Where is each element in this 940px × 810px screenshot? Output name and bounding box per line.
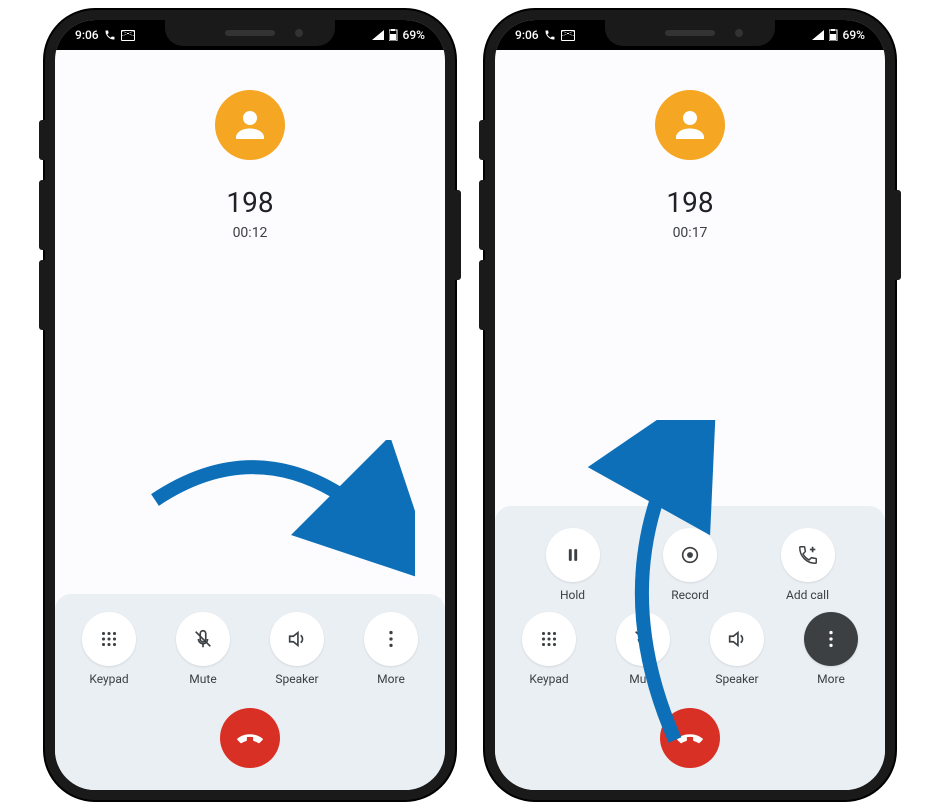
- add-call-button[interactable]: Add call: [768, 528, 848, 602]
- mute-label: Mute: [189, 672, 216, 686]
- speaker-button[interactable]: Speaker: [257, 612, 337, 686]
- more-icon: [820, 628, 842, 650]
- battery-text: 69%: [843, 28, 865, 42]
- speaker-label: Speaker: [275, 672, 318, 686]
- phone-mockup-left: 9:06 69% 198 00:12 Keypad: [45, 10, 455, 800]
- mute-button[interactable]: Mute: [163, 612, 243, 686]
- more-label: More: [817, 672, 845, 686]
- speaker-button[interactable]: Speaker: [697, 612, 777, 686]
- battery-icon: [389, 29, 399, 41]
- caller-number: 198: [666, 186, 713, 219]
- speaker-icon: [286, 628, 308, 650]
- call-duration: 00:17: [673, 225, 708, 241]
- record-icon: [679, 544, 701, 566]
- more-label: More: [377, 672, 405, 686]
- phone-status-icon: [104, 29, 116, 41]
- phone-status-icon: [544, 29, 556, 41]
- more-button[interactable]: More: [351, 612, 431, 686]
- signal-icon: [371, 29, 385, 41]
- call-controls-panel: Keypad Mute Speaker More: [55, 594, 445, 790]
- more-button[interactable]: More: [791, 612, 871, 686]
- mute-icon: [192, 628, 214, 650]
- hangup-icon: [675, 723, 705, 753]
- more-icon: [380, 628, 402, 650]
- gmail-icon: [121, 30, 135, 41]
- mute-icon: [632, 628, 654, 650]
- avatar: [215, 90, 285, 160]
- person-icon: [229, 104, 271, 146]
- record-label: Record: [671, 588, 709, 602]
- record-button[interactable]: Record: [650, 528, 730, 602]
- caller-number: 198: [226, 186, 273, 219]
- gmail-icon: [561, 30, 575, 41]
- speaker-label: Speaker: [715, 672, 758, 686]
- keypad-label: Keypad: [89, 672, 128, 686]
- call-controls-panel-expanded: Hold Record Add call Keypad: [495, 506, 885, 790]
- keypad-icon: [98, 628, 120, 650]
- status-time: 9:06: [515, 28, 539, 42]
- hold-button[interactable]: Hold: [533, 528, 613, 602]
- add-call-icon: [797, 544, 819, 566]
- mute-label: Mute: [629, 672, 656, 686]
- keypad-label: Keypad: [529, 672, 568, 686]
- battery-text: 69%: [403, 28, 425, 42]
- keypad-button[interactable]: Keypad: [509, 612, 589, 686]
- phone-mockup-right: 9:06 69% 198 00:17 Hold: [485, 10, 895, 800]
- hold-label: Hold: [560, 588, 585, 602]
- hold-icon: [563, 545, 583, 565]
- add-call-label: Add call: [786, 588, 829, 602]
- keypad-icon: [538, 628, 560, 650]
- battery-icon: [829, 29, 839, 41]
- hangup-button[interactable]: [660, 708, 720, 768]
- keypad-button[interactable]: Keypad: [69, 612, 149, 686]
- mute-button[interactable]: Mute: [603, 612, 683, 686]
- status-time: 9:06: [75, 28, 99, 42]
- hangup-icon: [235, 723, 265, 753]
- call-duration: 00:12: [233, 225, 268, 241]
- signal-icon: [811, 29, 825, 41]
- speaker-icon: [726, 628, 748, 650]
- hangup-button[interactable]: [220, 708, 280, 768]
- avatar: [655, 90, 725, 160]
- person-icon: [669, 104, 711, 146]
